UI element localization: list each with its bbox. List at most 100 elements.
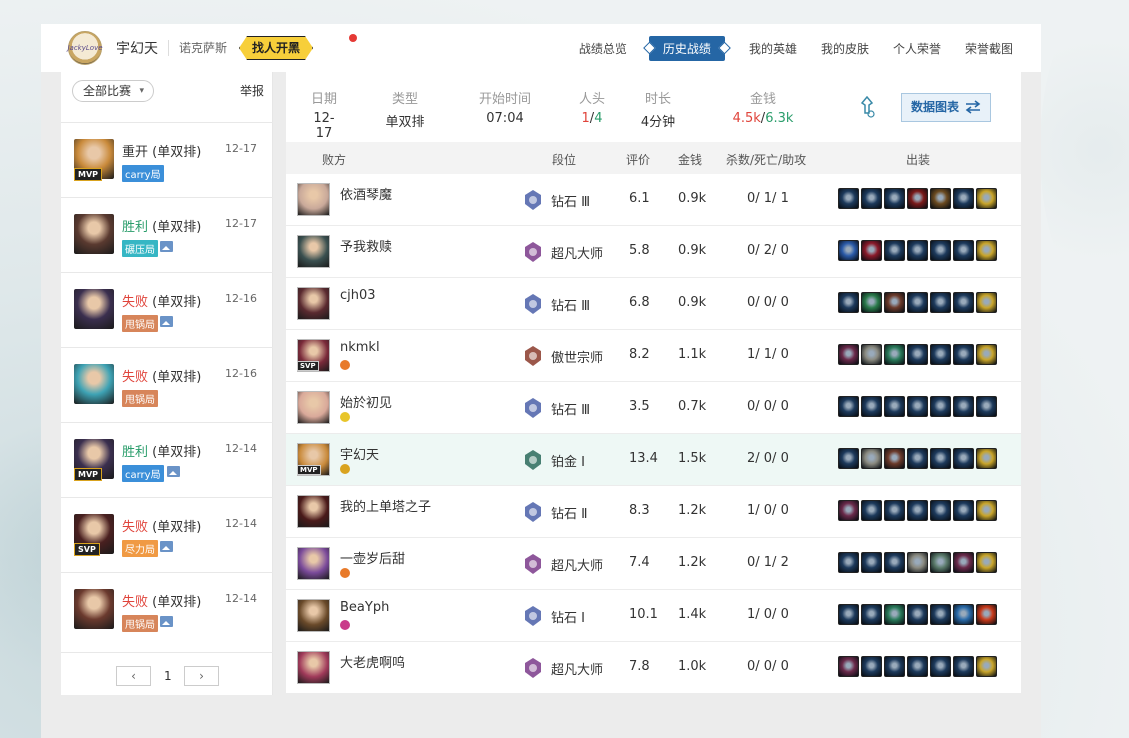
item-icon[interactable] bbox=[930, 344, 951, 365]
item-icon[interactable] bbox=[884, 656, 905, 677]
image-icon[interactable] bbox=[160, 316, 173, 327]
nav-tab-4[interactable]: 个人荣誉 bbox=[893, 40, 941, 57]
share-icon[interactable] bbox=[859, 96, 875, 118]
profile-avatar[interactable]: JackyLove bbox=[67, 31, 103, 65]
item-icon[interactable] bbox=[930, 188, 951, 209]
item-icon[interactable] bbox=[861, 240, 882, 261]
item-icon[interactable] bbox=[930, 500, 951, 521]
match-list-item[interactable]: 胜利 (单双排) 12-17 碾压局 bbox=[61, 197, 273, 272]
item-icon[interactable] bbox=[976, 344, 997, 365]
item-icon[interactable] bbox=[861, 396, 882, 417]
item-icon[interactable] bbox=[838, 604, 859, 625]
player-name[interactable]: 依酒琴魔 bbox=[340, 184, 392, 203]
player-row[interactable]: cjh03 钻石 Ⅲ 6.8 0.9k 0/ 0/ 0 bbox=[286, 278, 1021, 330]
item-icon[interactable] bbox=[953, 500, 974, 521]
item-icon[interactable] bbox=[861, 292, 882, 313]
item-icon[interactable] bbox=[907, 240, 928, 261]
player-name[interactable]: 宇幻天 bbox=[340, 444, 379, 463]
item-icon[interactable] bbox=[930, 604, 951, 625]
item-icon[interactable] bbox=[953, 240, 974, 261]
player-row[interactable]: 予我救赎 超凡大师 5.8 0.9k 0/ 2/ 0 bbox=[286, 226, 1021, 278]
player-name[interactable]: 予我救赎 bbox=[340, 236, 392, 255]
item-icon[interactable] bbox=[953, 604, 974, 625]
item-icon[interactable] bbox=[884, 240, 905, 261]
image-icon[interactable] bbox=[160, 541, 173, 552]
match-list-item[interactable]: MVP 胜利 (单双排) 12-14 carry局 bbox=[61, 422, 273, 497]
item-icon[interactable] bbox=[838, 292, 859, 313]
player-name[interactable]: cjh03 bbox=[340, 288, 376, 303]
player-row[interactable]: 始於初见 钻石 Ⅲ 3.5 0.7k 0/ 0/ 0 bbox=[286, 382, 1021, 434]
item-icon[interactable] bbox=[907, 188, 928, 209]
item-icon[interactable] bbox=[884, 448, 905, 469]
item-icon[interactable] bbox=[930, 552, 951, 573]
item-icon[interactable] bbox=[953, 448, 974, 469]
item-icon[interactable] bbox=[930, 240, 951, 261]
item-icon[interactable] bbox=[907, 500, 928, 521]
item-icon[interactable] bbox=[838, 656, 859, 677]
item-icon[interactable] bbox=[976, 656, 997, 677]
item-icon[interactable] bbox=[953, 292, 974, 313]
item-icon[interactable] bbox=[884, 552, 905, 573]
player-row[interactable]: 依酒琴魔 钻石 Ⅲ 6.1 0.9k 0/ 1/ 1 bbox=[286, 174, 1021, 226]
data-chart-button[interactable]: 数据图表 bbox=[901, 93, 991, 122]
item-icon[interactable] bbox=[907, 656, 928, 677]
item-icon[interactable] bbox=[884, 188, 905, 209]
item-icon[interactable] bbox=[930, 292, 951, 313]
item-icon[interactable] bbox=[953, 396, 974, 417]
item-icon[interactable] bbox=[861, 448, 882, 469]
match-list-item[interactable]: 失败 (单双排) 12-16 甩锅局 bbox=[61, 347, 273, 422]
item-icon[interactable] bbox=[838, 188, 859, 209]
item-icon[interactable] bbox=[907, 396, 928, 417]
item-icon[interactable] bbox=[976, 396, 997, 417]
player-name[interactable]: 一壶岁后甜 bbox=[340, 548, 405, 567]
item-icon[interactable] bbox=[884, 500, 905, 521]
player-row[interactable]: 一壶岁后甜 超凡大师 7.4 1.2k 0/ 1/ 2 bbox=[286, 538, 1021, 590]
item-icon[interactable] bbox=[976, 240, 997, 261]
item-icon[interactable] bbox=[953, 656, 974, 677]
player-row[interactable]: MVP 宇幻天 铂金 Ⅰ 13.4 1.5k 2/ 0/ 0 bbox=[286, 434, 1021, 486]
item-icon[interactable] bbox=[976, 500, 997, 521]
item-icon[interactable] bbox=[884, 604, 905, 625]
match-list-item[interactable]: 失败 (单双排) 12-16 甩锅局 bbox=[61, 272, 273, 347]
player-row[interactable]: SVP nkmkl 傲世宗师 8.2 1.1k 1/ 1/ 0 bbox=[286, 330, 1021, 382]
item-icon[interactable] bbox=[930, 656, 951, 677]
nav-tab-5[interactable]: 荣誉截图 bbox=[965, 40, 1013, 57]
nav-tab-3[interactable]: 我的皮肤 bbox=[821, 40, 869, 57]
player-name[interactable]: BeaYph bbox=[340, 600, 389, 615]
image-icon[interactable] bbox=[160, 241, 173, 252]
item-icon[interactable] bbox=[861, 552, 882, 573]
player-name[interactable]: 大老虎啊呜 bbox=[340, 652, 405, 671]
item-icon[interactable] bbox=[884, 396, 905, 417]
item-icon[interactable] bbox=[838, 448, 859, 469]
item-icon[interactable] bbox=[976, 604, 997, 625]
item-icon[interactable] bbox=[976, 552, 997, 573]
item-icon[interactable] bbox=[861, 604, 882, 625]
item-icon[interactable] bbox=[907, 604, 928, 625]
item-icon[interactable] bbox=[953, 344, 974, 365]
player-row[interactable]: 我的上单塔之子 钻石 Ⅱ 8.3 1.2k 1/ 0/ 0 bbox=[286, 486, 1021, 538]
item-icon[interactable] bbox=[976, 292, 997, 313]
item-icon[interactable] bbox=[861, 344, 882, 365]
image-icon[interactable] bbox=[167, 466, 180, 477]
match-list-item[interactable]: 失败 (单双排) 12-14 甩锅局 bbox=[61, 572, 273, 647]
report-link[interactable]: 举报 bbox=[240, 82, 264, 99]
nav-tab-2[interactable]: 我的英雄 bbox=[749, 40, 797, 57]
nav-tab-1[interactable]: 历史战绩 bbox=[648, 35, 725, 61]
item-icon[interactable] bbox=[953, 188, 974, 209]
item-icon[interactable] bbox=[861, 188, 882, 209]
next-page-button[interactable]: › bbox=[184, 666, 219, 686]
match-filter-dropdown[interactable]: 全部比赛 ▾ bbox=[72, 80, 155, 102]
item-icon[interactable] bbox=[838, 240, 859, 261]
player-name[interactable]: nkmkl bbox=[340, 340, 380, 355]
item-icon[interactable] bbox=[930, 396, 951, 417]
player-row[interactable]: BeaYph 钻石 Ⅰ 10.1 1.4k 1/ 0/ 0 bbox=[286, 590, 1021, 642]
item-icon[interactable] bbox=[907, 292, 928, 313]
item-icon[interactable] bbox=[884, 344, 905, 365]
match-list-item[interactable]: SVP 失败 (单双排) 12-14 尽力局 bbox=[61, 497, 273, 572]
item-icon[interactable] bbox=[907, 448, 928, 469]
item-icon[interactable] bbox=[976, 448, 997, 469]
item-icon[interactable] bbox=[838, 552, 859, 573]
image-icon[interactable] bbox=[160, 616, 173, 627]
item-icon[interactable] bbox=[884, 292, 905, 313]
match-list-item[interactable]: MVP 重开 (单双排) 12-17 carry局 bbox=[61, 122, 273, 197]
